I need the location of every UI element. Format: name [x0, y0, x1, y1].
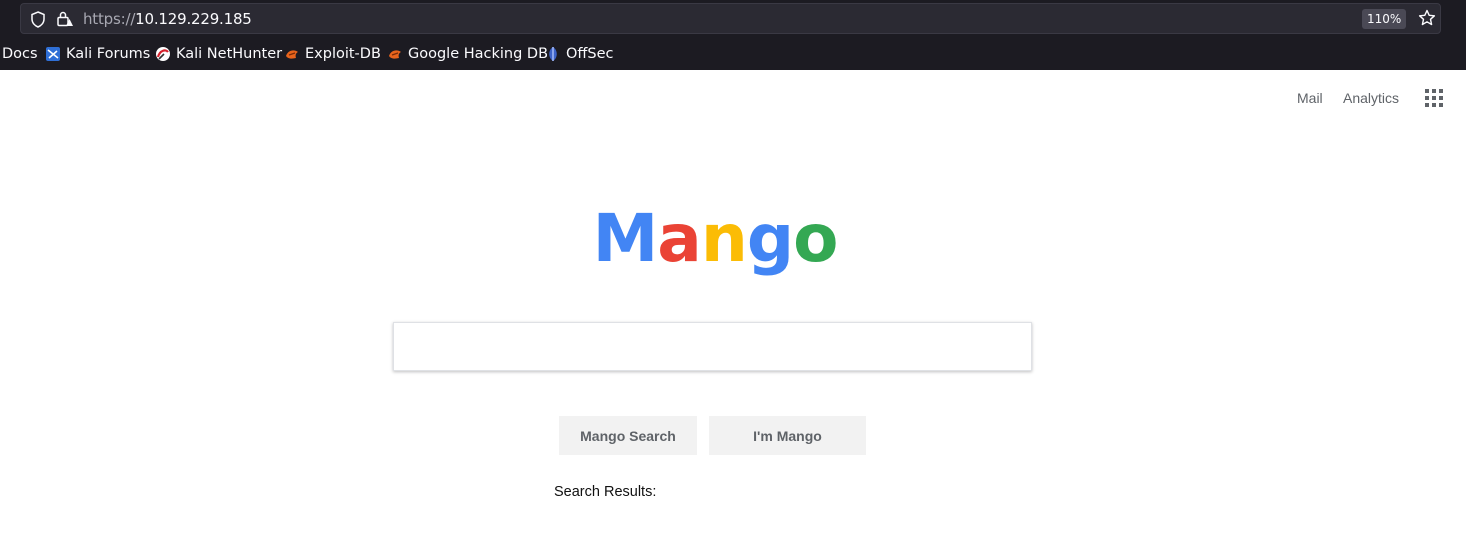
address-bar[interactable]: https://10.129.229.185 110%: [20, 3, 1441, 34]
search-box: [393, 322, 1032, 371]
exploit-db-icon: [286, 50, 298, 59]
bookmark-kali-forums[interactable]: Kali Forums: [45, 44, 150, 64]
bookmark-docs[interactable]: Docs: [2, 44, 38, 64]
im-mango-button[interactable]: I'm Mango: [709, 416, 866, 455]
offsec-icon: [549, 47, 557, 61]
mail-link[interactable]: Mail: [1297, 90, 1323, 106]
bookmarks-toolbar: Docs Kali Forums Kali NetHunter Exploit-…: [0, 40, 1466, 68]
logo-letter: n: [700, 200, 748, 277]
logo-letter: a: [657, 200, 702, 277]
mango-search-button[interactable]: Mango Search: [559, 416, 697, 455]
shield-icon[interactable]: [30, 11, 46, 28]
bookmark-label: Google Hacking DB: [408, 46, 549, 62]
grid-icon[interactable]: [1425, 89, 1443, 107]
logo-letter: M: [592, 200, 659, 277]
browser-chrome: https://10.129.229.185 110% Docs Kali Fo…: [0, 0, 1466, 70]
bookmark-offsec[interactable]: OffSec: [545, 44, 614, 64]
mango-logo: Mango: [0, 200, 1430, 277]
bookmark-star-icon[interactable]: [1418, 9, 1436, 27]
ghdb-icon: [389, 50, 401, 59]
bookmark-exploit-db[interactable]: Exploit-DB: [284, 44, 381, 64]
url-scheme: https://: [83, 10, 136, 28]
bookmark-kali-nethunter[interactable]: Kali NetHunter: [155, 44, 282, 64]
search-input[interactable]: [394, 323, 1031, 370]
logo-letter: o: [793, 200, 838, 277]
url-text[interactable]: https://10.129.229.185: [83, 10, 252, 28]
url-host: 10.129.229.185: [135, 10, 252, 28]
bookmark-label: Kali Forums: [66, 46, 151, 62]
bookmark-label: Docs: [2, 46, 38, 62]
bookmark-label: Exploit-DB: [305, 46, 381, 62]
bookmark-label: Kali NetHunter: [176, 46, 283, 62]
search-results-label: Search Results:: [554, 484, 657, 500]
kali-forums-icon: [46, 47, 60, 61]
nethunter-icon: [156, 47, 170, 61]
logo-letter: g: [746, 200, 794, 277]
bookmark-label: OffSec: [566, 46, 614, 62]
analytics-link[interactable]: Analytics: [1343, 90, 1399, 106]
zoom-level-badge[interactable]: 110%: [1362, 9, 1407, 29]
bookmark-google-hacking-db[interactable]: Google Hacking DB: [387, 44, 548, 64]
lock-warning-icon[interactable]: [56, 10, 74, 28]
